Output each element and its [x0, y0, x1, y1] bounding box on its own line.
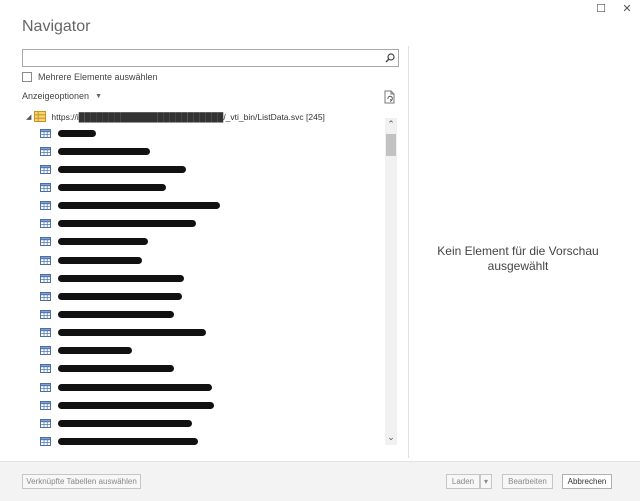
redacted-table-name: [58, 147, 150, 155]
table-icon: [40, 273, 51, 283]
table-icon: [40, 364, 51, 374]
redacted-table-name: [58, 220, 196, 228]
refresh-document-icon: [384, 90, 395, 104]
display-options-dropdown[interactable]: Anzeigeoptionen ▼: [22, 91, 102, 101]
redacted-table-name: [58, 310, 174, 318]
redacted-table-name: [58, 383, 212, 391]
refresh-button[interactable]: [384, 90, 396, 104]
multi-select-label: Mehrere Elemente auswählen: [38, 72, 158, 82]
multi-select-checkbox[interactable]: [22, 72, 32, 82]
maximize-icon: ☐: [596, 2, 606, 15]
table-icon: [40, 418, 51, 428]
redacted-table-name: [58, 347, 132, 355]
table-list-item[interactable]: [40, 414, 380, 432]
display-options-label: Anzeigeoptionen: [22, 91, 90, 101]
chevron-down-icon: ▾: [483, 477, 488, 486]
table-list-item[interactable]: [40, 287, 380, 305]
table-list-item[interactable]: [40, 432, 380, 450]
table-list-item[interactable]: [40, 142, 380, 160]
search-button[interactable]: [382, 50, 398, 66]
load-dropdown-button[interactable]: ▾: [480, 474, 492, 489]
table-list-item[interactable]: [40, 360, 380, 378]
redacted-table-name: [58, 329, 206, 337]
redacted-table-name: [58, 437, 198, 445]
table-list-item[interactable]: [40, 342, 380, 360]
table-list-item[interactable]: [40, 124, 380, 142]
table-list-item[interactable]: [40, 378, 380, 396]
table-list: [40, 124, 380, 451]
table-list-item[interactable]: [40, 324, 380, 342]
close-icon: ✕: [622, 2, 632, 15]
redacted-table-name: [58, 292, 182, 300]
search-box[interactable]: [22, 49, 399, 68]
table-icon: [40, 182, 51, 192]
redacted-table-name: [58, 202, 220, 210]
redacted-table-name: [58, 419, 192, 427]
table-icon: [40, 146, 51, 156]
redacted-table-name: [58, 274, 184, 282]
scroll-down-icon[interactable]: ⌄: [385, 431, 397, 443]
edit-button[interactable]: Bearbeiten: [502, 474, 553, 489]
table-icon: [40, 255, 51, 265]
redacted-table-name: [58, 256, 142, 264]
search-icon: [385, 53, 395, 63]
scroll-up-icon[interactable]: ⌃: [385, 118, 397, 130]
chevron-down-icon: ▼: [95, 92, 102, 100]
multi-select-row[interactable]: Mehrere Elemente auswählen: [22, 72, 158, 82]
list-scrollbar[interactable]: [385, 118, 397, 445]
table-icon: [40, 400, 51, 410]
preview-empty-message: Kein Element für die Vorschau ausgewählt: [437, 244, 599, 273]
table-list-item[interactable]: [40, 233, 380, 251]
table-icon: [40, 328, 51, 338]
scrollbar-thumb[interactable]: [386, 134, 396, 156]
pane-divider: [408, 46, 409, 458]
select-linked-tables-button[interactable]: Verknüpfte Tabellen auswählen: [22, 474, 141, 489]
table-icon: [40, 291, 51, 301]
table-icon: [40, 164, 51, 174]
table-list-item[interactable]: [40, 305, 380, 323]
dialog-title: Navigator: [22, 18, 91, 35]
database-icon: [34, 111, 47, 122]
search-input[interactable]: [23, 52, 381, 68]
table-icon: [40, 237, 51, 247]
redacted-table-name: [58, 365, 174, 373]
table-icon: [40, 382, 51, 392]
close-button[interactable]: ✕: [616, 0, 638, 16]
table-list-item[interactable]: [40, 215, 380, 233]
tree-root-node[interactable]: ◢ https://i████████████████████████/_vti…: [26, 111, 325, 122]
table-list-item[interactable]: [40, 197, 380, 215]
load-button[interactable]: Laden: [446, 474, 480, 489]
table-icon: [40, 219, 51, 229]
table-list-item[interactable]: [40, 269, 380, 287]
expand-arrow-icon[interactable]: ◢: [26, 113, 31, 121]
redacted-table-name: [58, 238, 148, 246]
redacted-table-name: [58, 129, 96, 137]
table-icon: [40, 128, 51, 138]
table-icon: [40, 346, 51, 356]
table-list-item[interactable]: [40, 178, 380, 196]
table-icon: [40, 309, 51, 319]
redacted-table-name: [58, 165, 186, 173]
redacted-table-name: [58, 401, 214, 409]
table-icon: [40, 436, 51, 446]
maximize-button[interactable]: ☐: [590, 0, 612, 16]
cancel-button[interactable]: Abbrechen: [562, 474, 612, 489]
table-list-item[interactable]: [40, 160, 380, 178]
redacted-table-name: [58, 183, 166, 191]
table-list-item[interactable]: [40, 396, 380, 414]
tree-root-label: https://i████████████████████████/_vti_b…: [51, 111, 325, 122]
table-icon: [40, 201, 51, 211]
table-list-item[interactable]: [40, 251, 380, 269]
